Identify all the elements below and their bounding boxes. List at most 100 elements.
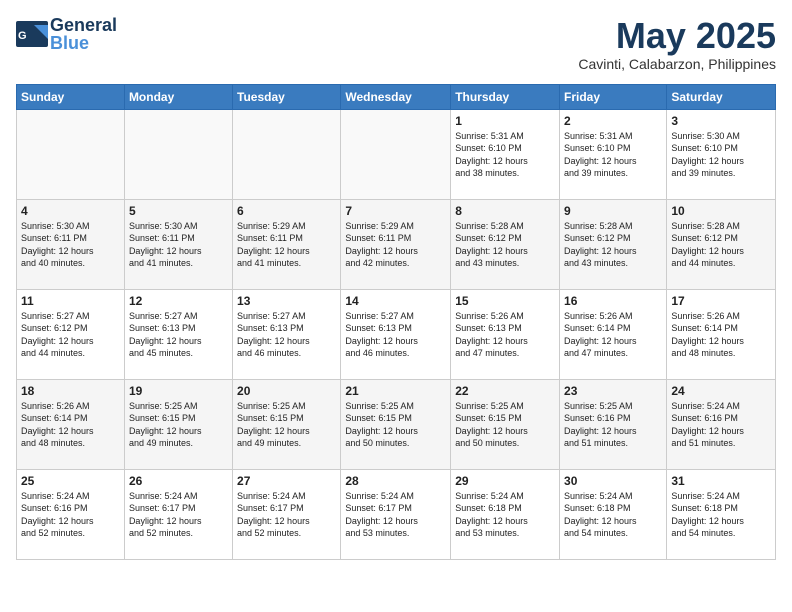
calendar-cell — [124, 109, 232, 199]
cell-content: Sunrise: 5:28 AM Sunset: 6:12 PM Dayligh… — [455, 220, 555, 270]
calendar-week-row: 4Sunrise: 5:30 AM Sunset: 6:11 PM Daylig… — [17, 199, 776, 289]
calendar-cell: 8 Sunrise: 5:28 AM Sunset: 6:12 PM Daylig… — [451, 199, 560, 289]
calendar-cell: 28 Sunrise: 5:24 AM Sunset: 6:17 PM Dayli… — [341, 469, 451, 559]
cell-content: Sunrise: 5:27 AM Sunset: 6:13 PM Dayligh… — [345, 310, 446, 360]
day-number: 11 — [21, 294, 120, 308]
calendar-cell: 9Sunrise: 5:28 AM Sunset: 6:12 PM Daylig… — [560, 199, 667, 289]
calendar-cell: 22 Sunrise: 5:25 AM Sunset: 6:15 PM Dayli… — [451, 379, 560, 469]
cell-content: Sunrise: 5:25 AM Sunset: 6:15 PM Dayligh… — [455, 400, 555, 450]
day-number: 17 — [671, 294, 771, 308]
cell-content: Sunrise: 5:25 AM Sunset: 6:15 PM Dayligh… — [345, 400, 446, 450]
calendar-week-row: 11 Sunrise: 5:27 AM Sunset: 6:12 PM Dayli… — [17, 289, 776, 379]
day-number: 30 — [564, 474, 662, 488]
calendar-week-row: 18 Sunrise: 5:26 AM Sunset: 6:14 PM Dayli… — [17, 379, 776, 469]
calendar-header-friday: Friday — [560, 84, 667, 109]
calendar-cell: 31 Sunrise: 5:24 AM Sunset: 6:18 PM Dayli… — [667, 469, 776, 559]
cell-content: Sunrise: 5:24 AM Sunset: 6:18 PM Dayligh… — [564, 490, 662, 540]
day-number: 14 — [345, 294, 446, 308]
day-number: 1 — [455, 114, 555, 128]
calendar-cell — [341, 109, 451, 199]
calendar-cell: 2Sunrise: 5:31 AM Sunset: 6:10 PM Daylig… — [560, 109, 667, 199]
day-number: 25 — [21, 474, 120, 488]
month-year-title: May 2025 — [578, 16, 776, 56]
cell-content: Sunrise: 5:24 AM Sunset: 6:18 PM Dayligh… — [455, 490, 555, 540]
calendar-header-saturday: Saturday — [667, 84, 776, 109]
cell-content: Sunrise: 5:24 AM Sunset: 6:16 PM Dayligh… — [671, 400, 771, 450]
cell-content: Sunrise: 5:24 AM Sunset: 6:16 PM Dayligh… — [21, 490, 120, 540]
day-number: 29 — [455, 474, 555, 488]
calendar-cell: 26 Sunrise: 5:24 AM Sunset: 6:17 PM Dayli… — [124, 469, 232, 559]
calendar-cell: 3 Sunrise: 5:30 AM Sunset: 6:10 PM Daylig… — [667, 109, 776, 199]
day-number: 21 — [345, 384, 446, 398]
calendar-cell: 17 Sunrise: 5:26 AM Sunset: 6:14 PM Dayli… — [667, 289, 776, 379]
day-number: 28 — [345, 474, 446, 488]
day-number: 31 — [671, 474, 771, 488]
cell-content: Sunrise: 5:25 AM Sunset: 6:16 PM Dayligh… — [564, 400, 662, 450]
calendar-cell: 5 Sunrise: 5:30 AM Sunset: 6:11 PM Daylig… — [124, 199, 232, 289]
cell-content: Sunrise: 5:24 AM Sunset: 6:17 PM Dayligh… — [129, 490, 228, 540]
cell-content: Sunrise: 5:29 AM Sunset: 6:11 PM Dayligh… — [345, 220, 446, 270]
day-number: 2 — [564, 114, 662, 128]
cell-content: Sunrise: 5:27 AM Sunset: 6:12 PM Dayligh… — [21, 310, 120, 360]
calendar-cell: 25 Sunrise: 5:24 AM Sunset: 6:16 PM Dayli… — [17, 469, 125, 559]
calendar-cell: 11 Sunrise: 5:27 AM Sunset: 6:12 PM Dayli… — [17, 289, 125, 379]
cell-content: Sunrise: 5:30 AM Sunset: 6:11 PM Dayligh… — [129, 220, 228, 270]
calendar-cell: 7 Sunrise: 5:29 AM Sunset: 6:11 PM Daylig… — [341, 199, 451, 289]
cell-content: Sunrise: 5:30 AM Sunset: 6:11 PM Dayligh… — [21, 220, 120, 270]
calendar-week-row: 25 Sunrise: 5:24 AM Sunset: 6:16 PM Dayli… — [17, 469, 776, 559]
calendar-cell — [17, 109, 125, 199]
title-block: May 2025 Cavinti, Calabarzon, Philippine… — [578, 16, 776, 72]
cell-content: Sunrise: 5:24 AM Sunset: 6:17 PM Dayligh… — [345, 490, 446, 540]
calendar-cell — [233, 109, 341, 199]
cell-content: Sunrise: 5:27 AM Sunset: 6:13 PM Dayligh… — [129, 310, 228, 360]
calendar-cell: 15Sunrise: 5:26 AM Sunset: 6:13 PM Dayli… — [451, 289, 560, 379]
calendar-header-monday: Monday — [124, 84, 232, 109]
cell-content: Sunrise: 5:26 AM Sunset: 6:14 PM Dayligh… — [671, 310, 771, 360]
calendar-cell: 29 Sunrise: 5:24 AM Sunset: 6:18 PM Dayli… — [451, 469, 560, 559]
location-subtitle: Cavinti, Calabarzon, Philippines — [578, 56, 776, 72]
calendar-cell: 30 Sunrise: 5:24 AM Sunset: 6:18 PM Dayli… — [560, 469, 667, 559]
day-number: 19 — [129, 384, 228, 398]
day-number: 12 — [129, 294, 228, 308]
cell-content: Sunrise: 5:30 AM Sunset: 6:10 PM Dayligh… — [671, 130, 771, 180]
svg-text:G: G — [18, 30, 27, 42]
logo-icon: G — [16, 21, 48, 47]
cell-content: Sunrise: 5:29 AM Sunset: 6:11 PM Dayligh… — [237, 220, 336, 270]
cell-content: Sunrise: 5:24 AM Sunset: 6:18 PM Dayligh… — [671, 490, 771, 540]
day-number: 26 — [129, 474, 228, 488]
calendar-cell: 20Sunrise: 5:25 AM Sunset: 6:15 PM Dayli… — [233, 379, 341, 469]
day-number: 3 — [671, 114, 771, 128]
cell-content: Sunrise: 5:25 AM Sunset: 6:15 PM Dayligh… — [129, 400, 228, 450]
cell-content: Sunrise: 5:28 AM Sunset: 6:12 PM Dayligh… — [671, 220, 771, 270]
calendar-cell: 21 Sunrise: 5:25 AM Sunset: 6:15 PM Dayli… — [341, 379, 451, 469]
calendar-table: SundayMondayTuesdayWednesdayThursdayFrid… — [16, 84, 776, 560]
calendar-cell: 24 Sunrise: 5:24 AM Sunset: 6:16 PM Dayli… — [667, 379, 776, 469]
calendar-header-sunday: Sunday — [17, 84, 125, 109]
cell-content: Sunrise: 5:26 AM Sunset: 6:14 PM Dayligh… — [564, 310, 662, 360]
cell-content: Sunrise: 5:26 AM Sunset: 6:14 PM Dayligh… — [21, 400, 120, 450]
calendar-cell: 19 Sunrise: 5:25 AM Sunset: 6:15 PM Dayli… — [124, 379, 232, 469]
day-number: 7 — [345, 204, 446, 218]
day-number: 24 — [671, 384, 771, 398]
calendar-cell: 13 Sunrise: 5:27 AM Sunset: 6:13 PM Dayli… — [233, 289, 341, 379]
calendar-cell: 23 Sunrise: 5:25 AM Sunset: 6:16 PM Dayli… — [560, 379, 667, 469]
day-number: 5 — [129, 204, 228, 218]
cell-content: Sunrise: 5:28 AM Sunset: 6:12 PM Dayligh… — [564, 220, 662, 270]
calendar-cell: 27Sunrise: 5:24 AM Sunset: 6:17 PM Dayli… — [233, 469, 341, 559]
page-header: G General Blue May 2025 Cavinti, Calabar… — [16, 16, 776, 72]
calendar-header-tuesday: Tuesday — [233, 84, 341, 109]
day-number: 20 — [237, 384, 336, 398]
calendar-cell: 16 Sunrise: 5:26 AM Sunset: 6:14 PM Dayli… — [560, 289, 667, 379]
calendar-cell: 1Sunrise: 5:31 AM Sunset: 6:10 PM Daylig… — [451, 109, 560, 199]
day-number: 13 — [237, 294, 336, 308]
day-number: 18 — [21, 384, 120, 398]
cell-content: Sunrise: 5:26 AM Sunset: 6:13 PM Dayligh… — [455, 310, 555, 360]
day-number: 23 — [564, 384, 662, 398]
calendar-header-row: SundayMondayTuesdayWednesdayThursdayFrid… — [17, 84, 776, 109]
cell-content: Sunrise: 5:27 AM Sunset: 6:13 PM Dayligh… — [237, 310, 336, 360]
day-number: 8 — [455, 204, 555, 218]
day-number: 22 — [455, 384, 555, 398]
day-number: 16 — [564, 294, 662, 308]
day-number: 6 — [237, 204, 336, 218]
logo-general: General — [50, 16, 117, 34]
